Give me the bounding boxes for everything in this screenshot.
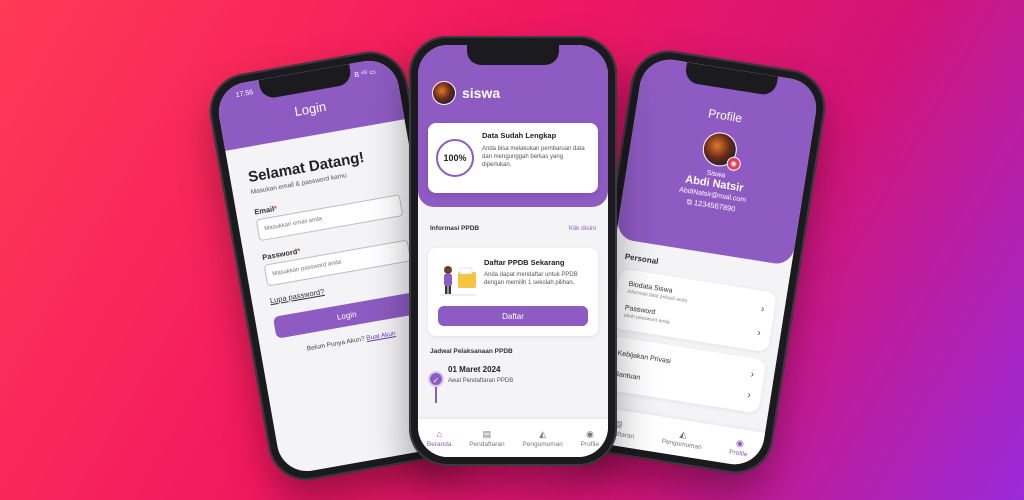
check-icon: ✓ xyxy=(428,371,444,387)
page-title: Profile xyxy=(707,106,744,126)
user-icon: ◉ xyxy=(585,428,594,439)
camera-icon[interactable]: ◉ xyxy=(725,155,742,172)
info-link[interactable]: Klik disini xyxy=(569,225,596,232)
user-name: siswa xyxy=(462,85,501,101)
avatar[interactable] xyxy=(432,81,456,105)
bottom-nav: ⌂ Beranda ▤ Pendaftaran ◭ Pengumuman ◉ Profi… xyxy=(418,419,608,457)
nav-pengumuman[interactable]: ◭ Pengumuman xyxy=(522,429,562,448)
home-header: siswa 100% Data Sudah Lengkap Anda bisa … xyxy=(418,45,608,207)
chevron-right-icon: › xyxy=(746,389,752,402)
register-card: Daftar PPDB Sekarang Anda dapat mendafta… xyxy=(428,248,598,336)
megaphone-icon: ◭ xyxy=(539,428,547,439)
nav-pendaftaran[interactable]: ▤ Pendaftaran xyxy=(469,429,504,448)
register-desc: Anda dapat mendaftar untuk PPDB dengan m… xyxy=(484,272,578,287)
nav-profile[interactable]: ◉ Profile xyxy=(581,429,599,448)
user-greeting: siswa xyxy=(432,81,500,105)
document-icon: ▤ xyxy=(482,428,492,439)
status-time: 17.56 xyxy=(235,89,254,100)
nav-pengumuman[interactable]: ◭ Pengumuman xyxy=(661,426,704,450)
register-button[interactable]: Daftar xyxy=(438,306,588,326)
chevron-right-icon: › xyxy=(756,327,762,339)
home-phone: siswa 100% Data Sudah Lengkap Anda bisa … xyxy=(409,36,617,466)
chevron-right-icon: › xyxy=(749,369,755,381)
status-title: Data Sudah Lengkap xyxy=(482,131,557,140)
nav-beranda[interactable]: ⌂ Beranda xyxy=(427,429,452,448)
profile-screen: Profile ◉ Siswa Abdi Natsir AbdiNatsir@m… xyxy=(583,55,821,469)
avatar-wrap[interactable]: ◉ xyxy=(700,129,742,172)
registration-illustration xyxy=(440,266,476,296)
nav-profile[interactable]: ◉ Profile xyxy=(729,436,750,458)
data-status-card: 100% Data Sudah Lengkap Anda bisa melaku… xyxy=(428,123,598,193)
progress-ring: 100% xyxy=(436,139,474,177)
user-icon: ◉ xyxy=(735,437,745,449)
info-row: Informasi PPDB Klik disini xyxy=(418,207,608,232)
schedule-timeline: ✓ 01 Maret 2024 Awal Pendaftaran PPDB xyxy=(418,355,608,403)
info-label: Informasi PPDB xyxy=(430,225,480,232)
schedule-date: 01 Maret 2024 xyxy=(448,365,501,374)
chevron-right-icon: › xyxy=(760,303,766,315)
status-icons: B ⁴ᴳ ▭ xyxy=(353,68,377,80)
register-link[interactable]: Buat Akun xyxy=(366,330,396,342)
schedule-title: Jadwal Pelaksanaan PPDB xyxy=(430,348,513,355)
schedule-event: Awal Pendaftaran PPDB xyxy=(448,378,514,384)
phone-notch xyxy=(467,45,559,65)
megaphone-icon: ◭ xyxy=(679,428,688,440)
home-screen: siswa 100% Data Sudah Lengkap Anda bisa … xyxy=(418,45,608,457)
status-desc: Anda bisa melakukan pembaruan data dan m… xyxy=(482,146,585,169)
register-title: Daftar PPDB Sekarang xyxy=(484,258,565,267)
home-icon: ⌂ xyxy=(436,428,442,439)
